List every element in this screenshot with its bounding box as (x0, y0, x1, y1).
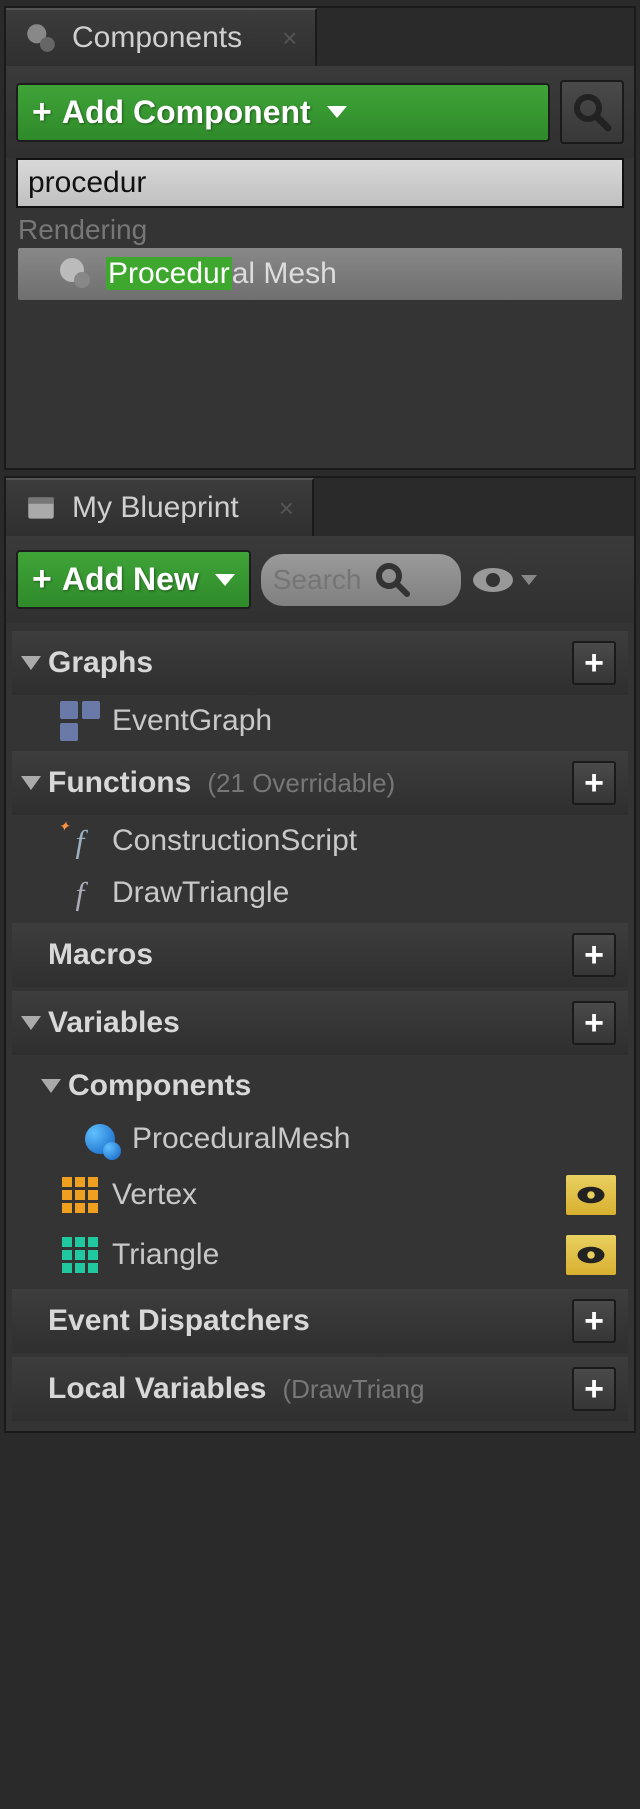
tree-item-triangle-var[interactable]: Triangle (12, 1225, 628, 1285)
item-label: EventGraph (112, 704, 272, 738)
components-tab[interactable]: Components × (6, 8, 317, 66)
expand-icon (21, 1016, 41, 1030)
expand-icon (41, 1079, 61, 1093)
category-sublabel: (DrawTriang (282, 1374, 424, 1405)
item-label: DrawTriangle (112, 876, 289, 910)
chevron-down-icon (521, 575, 537, 585)
my-blueprint-tab[interactable]: My Blueprint × (6, 478, 314, 536)
add-local-variable-button[interactable]: + (572, 1367, 616, 1411)
blueprint-tab-title: My Blueprint (72, 491, 239, 525)
add-macro-button[interactable]: + (572, 933, 616, 977)
add-component-button[interactable]: + Add Component (16, 83, 550, 142)
search-icon (373, 560, 413, 600)
category-label: Functions (48, 766, 191, 800)
components-panel: Components × + Add Component Rendering P… (4, 6, 636, 470)
category-components-vars[interactable]: Components (12, 1059, 628, 1113)
chevron-down-icon (327, 106, 347, 118)
search-icon (572, 92, 612, 132)
search-category-label: Rendering (6, 212, 634, 248)
array-icon (62, 1237, 98, 1273)
add-dispatcher-button[interactable]: + (572, 1299, 616, 1343)
category-local-variables[interactable]: Local Variables (DrawTriang + (12, 1357, 628, 1421)
visibility-toggle[interactable] (564, 1233, 618, 1277)
item-label: ProceduralMesh (132, 1122, 350, 1156)
my-blueprint-panel: My Blueprint × + Add New (4, 476, 636, 1433)
item-label: Triangle (112, 1238, 219, 1272)
tree-item-proceduralmesh-var[interactable]: ProceduralMesh (12, 1113, 628, 1165)
category-functions[interactable]: Functions (21 Overridable) + (12, 751, 628, 815)
search-button[interactable] (560, 80, 624, 144)
tree-item-constructionscript[interactable]: f ConstructionScript (12, 815, 628, 867)
add-component-label: Add Component (62, 94, 311, 131)
category-label: Macros (48, 938, 153, 972)
chevron-down-icon (215, 574, 235, 586)
search-result-procedural-mesh[interactable]: Procedural Mesh (18, 248, 622, 300)
components-toolbar: + Add Component (6, 66, 634, 158)
mesh-icon (58, 256, 94, 292)
close-icon[interactable]: × (279, 493, 294, 524)
components-tab-header: Components × (6, 8, 634, 66)
add-graph-button[interactable]: + (572, 641, 616, 685)
blueprint-search-input[interactable] (273, 564, 373, 596)
graph-icon (62, 703, 98, 739)
tree-item-drawtriangle[interactable]: f DrawTriangle (12, 867, 628, 919)
category-label: Variables (48, 1006, 180, 1040)
blueprint-tree: Graphs + EventGraph Functions (21 Overri… (6, 623, 634, 1431)
item-label: Vertex (112, 1178, 197, 1212)
component-search-row (6, 158, 634, 212)
components-tab-title: Components (72, 21, 242, 55)
category-macros[interactable]: Macros + (12, 923, 628, 987)
blueprint-toolbar: + Add New (6, 536, 634, 623)
function-icon: f (62, 875, 98, 911)
add-new-label: Add New (62, 561, 199, 598)
eye-icon (471, 564, 515, 596)
category-variables[interactable]: Variables + (12, 991, 628, 1055)
category-label: Graphs (48, 646, 153, 680)
blueprint-tab-icon (24, 491, 58, 525)
expand-icon (21, 656, 41, 670)
category-label: Components (68, 1069, 251, 1103)
tree-item-vertex-var[interactable]: Vertex (12, 1165, 628, 1225)
close-icon[interactable]: × (282, 23, 297, 54)
component-icon (82, 1121, 118, 1157)
expand-icon (21, 776, 41, 790)
blueprint-tab-header: My Blueprint × (6, 478, 634, 536)
tree-item-eventgraph[interactable]: EventGraph (12, 695, 628, 747)
components-tab-icon (24, 21, 58, 55)
item-label: ConstructionScript (112, 824, 357, 858)
visibility-filter-dropdown[interactable] (471, 564, 537, 596)
category-event-dispatchers[interactable]: Event Dispatchers + (12, 1289, 628, 1353)
search-result-label: Procedural Mesh (106, 257, 337, 291)
add-variable-button[interactable]: + (572, 1001, 616, 1045)
plus-icon: + (32, 560, 52, 599)
category-graphs[interactable]: Graphs + (12, 631, 628, 695)
plus-icon: + (32, 93, 52, 132)
array-icon (62, 1177, 98, 1213)
construction-function-icon: f (62, 823, 98, 859)
category-sublabel: (21 Overridable) (207, 768, 395, 799)
eye-icon (574, 1243, 608, 1267)
component-search-input[interactable] (16, 158, 624, 208)
category-label: Local Variables (48, 1372, 266, 1406)
visibility-toggle[interactable] (564, 1173, 618, 1217)
add-function-button[interactable]: + (572, 761, 616, 805)
eye-icon (574, 1183, 608, 1207)
add-new-button[interactable]: + Add New (16, 550, 251, 609)
category-label: Event Dispatchers (48, 1304, 310, 1338)
blueprint-search[interactable] (261, 554, 461, 606)
